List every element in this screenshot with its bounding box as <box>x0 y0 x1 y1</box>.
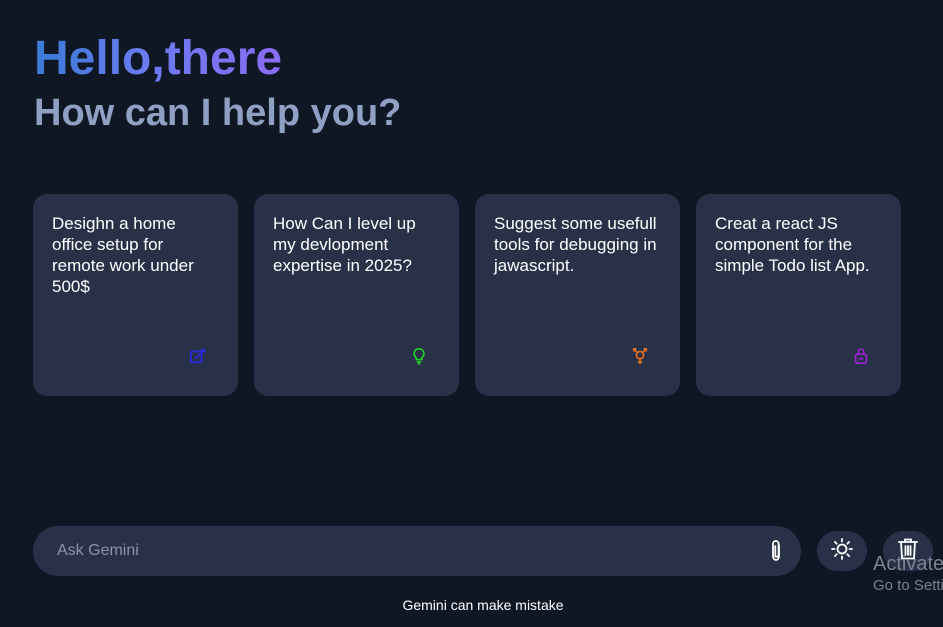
sun-icon <box>830 537 854 566</box>
paperclip-icon[interactable] <box>765 537 787 565</box>
suggestion-card-text: Suggest some usefull tools for debugging… <box>494 214 657 275</box>
suggestion-card-home-office[interactable]: Desighn a home office setup for remote w… <box>33 194 238 396</box>
lightbulb-icon <box>409 346 429 366</box>
gemini-clone-page: Hello,there How can I help you? Desighn … <box>0 0 943 627</box>
suggestion-card-debugging[interactable]: Suggest some usefull tools for debugging… <box>475 194 680 396</box>
suggestion-card-text: Creat a react JS component for the simpl… <box>715 214 870 275</box>
suggestion-cards: Desighn a home office setup for remote w… <box>33 194 901 396</box>
suggestion-card-text: Desighn a home office setup for remote w… <box>52 214 194 296</box>
watermark-title: Activate <box>873 553 943 575</box>
theme-toggle-button[interactable] <box>817 531 867 571</box>
lock-icon <box>851 346 871 366</box>
suggestion-card-react-todo[interactable]: Creat a react JS component for the simpl… <box>696 194 901 396</box>
greeting-subtitle: How can I help you? <box>34 92 402 134</box>
greeting-hello: Hello,there <box>34 32 283 85</box>
activate-windows-watermark: Activate Go to Setti <box>873 552 943 596</box>
edit-icon <box>188 346 208 366</box>
suggestion-card-level-up[interactable]: How Can I level up my devlopment experti… <box>254 194 459 396</box>
watermark-subtitle: Go to Setti <box>873 577 943 594</box>
disclaimer-text: Gemini can make mistake <box>402 597 564 613</box>
prompt-bar <box>33 526 801 576</box>
greeting: Hello,there How can I help you? <box>34 32 401 136</box>
suggestion-card-text: How Can I level up my devlopment experti… <box>273 214 416 275</box>
gender-icon <box>630 346 650 366</box>
ask-gemini-input[interactable] <box>57 542 765 560</box>
